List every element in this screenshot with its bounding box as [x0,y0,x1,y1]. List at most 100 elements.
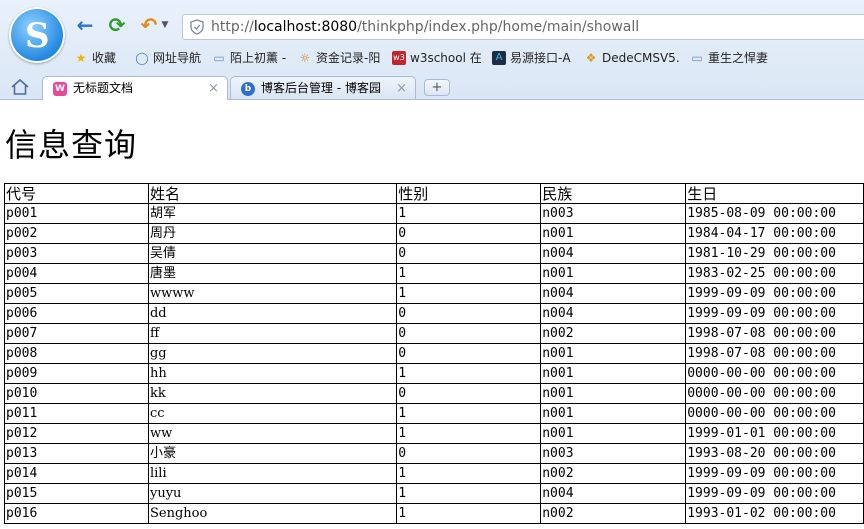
tab-bar: W 无标题文档 × b 博客后台管理 - 博客园 × + [0,74,864,100]
cell-nation: n002 [540,463,687,484]
table-body: p001 胡军 1 n003 1985-08-09 00:00:00 p002 周丹 0 n00… [4,203,864,524]
cell-gender: 1 [396,363,542,384]
cell-birthday: 1998-07-08 00:00:00 [685,323,864,344]
cell-birthday: 0000-00-00 00:00:00 [685,403,864,424]
cell-nation: n002 [540,323,687,344]
cell-nation: n001 [540,343,687,364]
cell-nation: n001 [540,223,687,244]
table-row: p013 小豪 0 n003 1993-08-20 00:00:00 [4,443,864,464]
cell-nation: n004 [540,243,687,264]
back-arrow-icon[interactable]: ← [74,14,96,36]
undo-icon[interactable]: ↶ [138,14,160,36]
cell-gender: 0 [396,223,542,244]
table-row: p008 gg 0 n001 1998-07-08 00:00:00 [4,343,864,364]
column-header-name: 姓名 [147,183,398,204]
cell-birthday: 1993-08-20 00:00:00 [685,443,864,464]
cell-gender: 0 [396,323,542,344]
table-row: p006 dd 0 n004 1999-09-09 00:00:00 [4,303,864,324]
cell-birthday: 1981-10-29 00:00:00 [685,243,864,264]
shield-icon [190,19,204,35]
info-table: 代号 姓名 性别 民族 生日 p001 胡军 1 n003 1985-08-09 00:… [4,183,864,524]
bookmark-label: 资金记录-阳 [316,51,381,65]
table-row: p005 wwww 1 n004 1999-09-09 00:00:00 [4,283,864,304]
cell-gender: 0 [396,443,542,464]
browser-logo-icon[interactable]: S [9,7,65,63]
cell-gender: 1 [396,403,542,424]
table-header-row: 代号 姓名 性别 民族 生日 [4,183,864,204]
cell-nation: n001 [540,383,687,404]
bookmark-zijin[interactable]: ☼ 资金记录-阳 [298,48,381,68]
bookmark-label: 易源接口-A [510,51,571,65]
column-header-birthday: 生日 [685,183,864,204]
cell-name: 小豪 [147,443,398,464]
close-tab-icon[interactable]: × [208,77,219,100]
tab-untitled[interactable]: W 无标题文档 × [42,76,228,100]
cell-name: lili [147,463,398,484]
bookmark-nav[interactable]: ◯ 网址导航 [135,48,201,68]
cell-name: 吴倩 [147,243,398,264]
table-row: p001 胡军 1 n003 1985-08-09 00:00:00 [4,203,864,224]
cell-birthday: 1998-07-08 00:00:00 [685,343,864,364]
bookmark-dedecms[interactable]: ❖ DedeCMSV5. [584,48,680,68]
new-tab-button[interactable]: + [424,79,450,96]
table-row: p004 唐墨 1 n001 1983-02-25 00:00:00 [4,263,864,284]
tab-label: 博客后台管理 - 博客园 [261,81,381,95]
cell-birthday: 1984-04-17 00:00:00 [685,223,864,244]
cell-name: cc [147,403,398,424]
bookmark-label: 收藏 [92,51,117,65]
url-path: /thinkphp/index.php/home/main/showall [357,19,640,35]
table-row: p015 yuyu 1 n004 1999-09-09 00:00:00 [4,483,864,504]
cell-nation: n003 [540,443,687,464]
cell-code: p016 [4,503,149,524]
cube-icon: ❖ [585,51,597,65]
cell-gender: 0 [396,243,542,264]
chevron-down-icon[interactable]: ▼ [160,14,170,36]
cell-birthday: 0000-00-00 00:00:00 [685,363,864,384]
column-header-gender: 性别 [396,183,542,204]
bookmark-label: 陌上初薰 - [230,51,287,65]
tab-label: 无标题文档 [73,81,134,95]
bookmark-label: 网址导航 [153,51,202,65]
cnblogs-favicon-icon: b [241,82,255,96]
cell-nation: n003 [540,203,687,224]
refresh-icon[interactable]: ⟳ [106,14,128,36]
cell-name: ff [147,323,398,344]
column-header-code: 代号 [4,183,149,204]
home-icon[interactable] [10,78,30,96]
url-text[interactable]: http://localhost:8080/thinkphp/index.php… [211,19,639,35]
column-header-nation: 民族 [540,183,687,204]
table-row: p014 lili 1 n002 1999-09-09 00:00:00 [4,463,864,484]
page-content: 信息查询 代号 姓名 性别 民族 生日 p001 胡军 1 n003 1985-08-0… [0,100,864,529]
tab-blog-admin[interactable]: b 博客后台管理 - 博客园 × [230,76,416,99]
cell-code: p001 [4,203,149,224]
cell-nation: n004 [540,303,687,324]
bookmark-moshang[interactable]: ▭ 陌上初薰 - [212,48,286,68]
cell-gender: 1 [396,463,542,484]
cell-nation: n001 [540,363,687,384]
cell-birthday: 1999-09-09 00:00:00 [685,483,864,504]
cell-gender: 1 [396,283,542,304]
bookmark-favorites[interactable]: ★ 收藏 [74,48,116,68]
cell-code: p006 [4,303,149,324]
cell-name: gg [147,343,398,364]
cell-birthday: 1993-01-02 00:00:00 [685,503,864,524]
cell-code: p002 [4,223,149,244]
cell-name: Senghoo [147,503,398,524]
cell-name: dd [147,303,398,324]
cell-name: 胡军 [147,203,398,224]
cell-gender: 1 [396,263,542,284]
page-title: 信息查询 [5,126,138,164]
close-tab-icon[interactable]: × [396,77,407,100]
table-row: p011 cc 1 n001 0000-00-00 00:00:00 [4,403,864,424]
page-icon: ▭ [213,51,225,65]
sun-icon: ☼ [299,51,311,65]
bookmark-w3school[interactable]: w3 w3school 在 [392,48,482,68]
bookmark-yiyuan[interactable]: A 易源接口-A [492,48,571,68]
address-bar[interactable]: http://localhost:8080/thinkphp/index.php… [182,14,864,40]
cell-birthday: 1999-09-09 00:00:00 [685,463,864,484]
bookmark-chongsheng[interactable]: ▭ 重生之悍妻 [690,48,768,68]
cell-code: p011 [4,403,149,424]
page-favicon-icon: W [53,82,67,96]
w3-icon: w3 [392,51,406,65]
cell-birthday: 1985-08-09 00:00:00 [685,203,864,224]
